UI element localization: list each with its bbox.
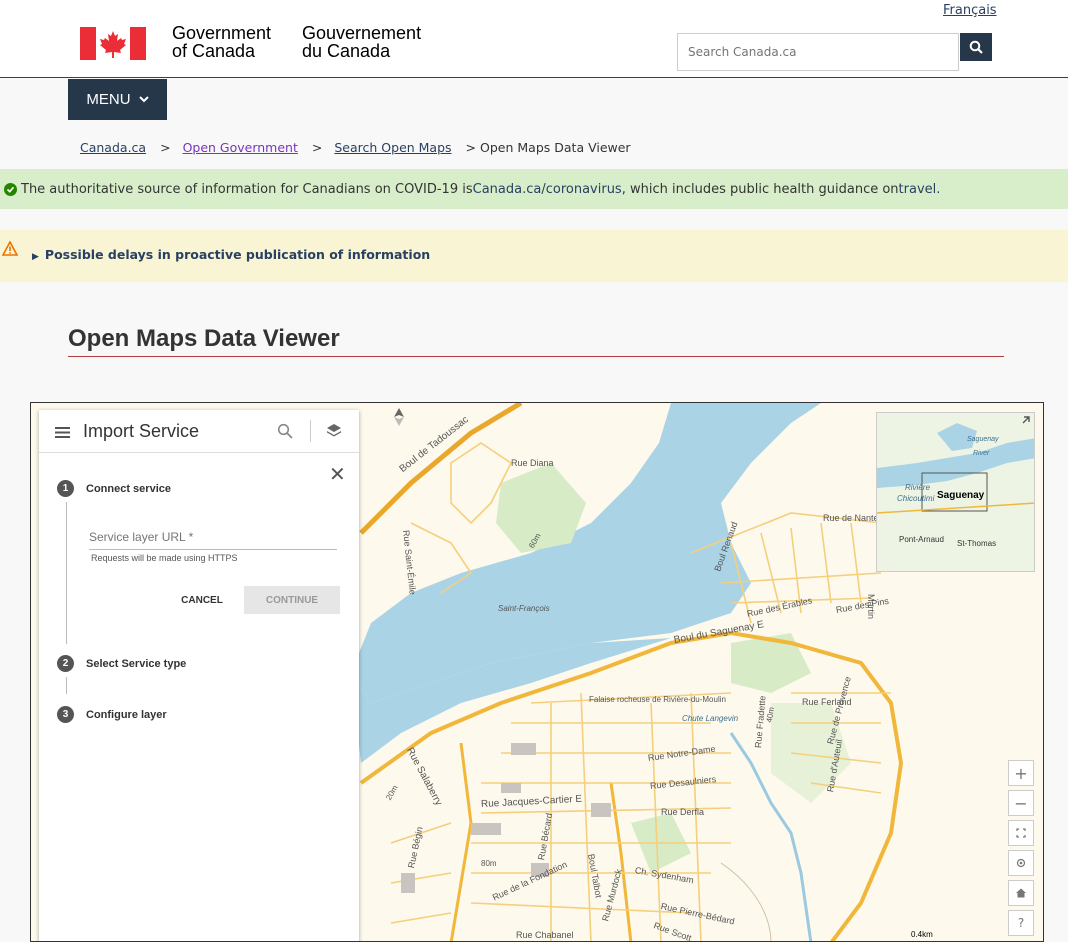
panel-title: Import Service	[83, 421, 200, 441]
language-toggle-link[interactable]: Français	[943, 3, 997, 18]
check-circle-icon	[4, 182, 17, 196]
service-layer-url-input[interactable]	[89, 525, 337, 550]
search-icon[interactable]	[277, 423, 293, 439]
signature-french: Gouvernement du Canada	[302, 23, 422, 61]
breadcrumb-current: Open Maps Data Viewer	[480, 140, 631, 155]
breadcrumb: Canada.ca > Open Government > Search Ope…	[80, 140, 631, 155]
breadcrumb-separator: >	[160, 140, 171, 155]
home-button[interactable]	[1008, 880, 1034, 906]
travel-link[interactable]: travel.	[899, 182, 941, 197]
chevron-down-icon	[138, 96, 149, 103]
north-arrow-icon	[394, 408, 404, 426]
breadcrumb-open-government-link[interactable]: Open Government	[183, 140, 298, 155]
title-underline	[68, 356, 1004, 357]
map-label: Rue Derfla	[661, 807, 705, 817]
overview-place-saguenay: Saguenay	[937, 490, 985, 501]
step-connector	[66, 677, 67, 694]
close-icon[interactable]: ✕	[329, 464, 346, 484]
breadcrumb-separator: >	[311, 140, 323, 155]
expand-overview-icon[interactable]	[1020, 414, 1032, 426]
step-configure-layer[interactable]: 3 Configure layer	[57, 706, 167, 723]
menu-button[interactable]: MENU	[68, 79, 167, 120]
map-label: Saint-François	[498, 604, 550, 613]
zoom-out-button[interactable]: −	[1008, 790, 1034, 816]
map-label: Rue de Nantes	[823, 513, 884, 523]
map-scale: 0.4km	[911, 930, 933, 939]
map-label: Rue Chabanel	[516, 930, 574, 940]
step-connector	[66, 502, 67, 644]
search-input[interactable]	[677, 33, 959, 71]
covid-notice: The authoritative source of information …	[0, 169, 1068, 209]
overview-map[interactable]: Saguenay River Rivière Chicoutimi Saguen…	[876, 412, 1035, 572]
fullscreen-button[interactable]	[1008, 820, 1034, 846]
page-title: Open Maps Data Viewer	[68, 325, 340, 352]
triangle-right-icon: ▶	[32, 252, 39, 262]
fullscreen-icon	[1016, 828, 1026, 838]
step-select-service-type[interactable]: 2 Select Service type	[57, 655, 186, 672]
panel-header: Import Service	[39, 410, 359, 453]
cancel-button[interactable]: CANCEL	[172, 586, 232, 614]
divider	[310, 420, 311, 442]
signature-english: Government of Canada	[172, 23, 272, 61]
map-label: 80m	[481, 859, 497, 868]
coronavirus-link[interactable]: Canada.ca/coronavirus	[473, 182, 622, 197]
search-icon	[969, 40, 983, 54]
import-service-panel: Import Service ✕ 1 Connect service Reque…	[39, 410, 359, 941]
location-icon	[1016, 858, 1026, 868]
map-label: Falaise rocheuse de Rivière-du-Moulin	[589, 695, 726, 704]
breadcrumb-search-open-maps-link[interactable]: Search Open Maps	[334, 140, 451, 155]
map-label: Rue Diana	[511, 458, 554, 468]
step-connect-service: 1 Connect service	[57, 480, 171, 497]
zoom-in-button[interactable]: +	[1008, 760, 1034, 786]
geolocate-button[interactable]	[1008, 850, 1034, 876]
map-label: Martin	[866, 594, 876, 620]
https-hint: Requests will be made using HTTPS	[91, 553, 238, 563]
map-label: Chute Langevin	[682, 714, 739, 723]
warning-details-toggle[interactable]: ▶ Possible delays in proactive publicatio…	[32, 247, 430, 262]
home-icon	[1016, 888, 1026, 898]
site-header: Français Government of Canada Gouverneme…	[0, 0, 1068, 78]
map-controls: + − ?	[1008, 760, 1034, 936]
help-button[interactable]: ?	[1008, 910, 1034, 936]
map-viewer[interactable]: Boul de Tadoussac Rue Diana Rue Saint-Ém…	[30, 402, 1044, 942]
breadcrumb-canada-link[interactable]: Canada.ca	[80, 140, 146, 155]
breadcrumb-separator: >	[465, 140, 477, 155]
search-button[interactable]	[960, 33, 992, 61]
hamburger-menu-icon[interactable]	[55, 427, 70, 438]
canada-flag-icon[interactable]	[80, 27, 146, 60]
continue-button[interactable]: CONTINUE	[244, 586, 340, 614]
warning-icon	[2, 241, 18, 256]
layers-icon[interactable]	[326, 423, 342, 439]
